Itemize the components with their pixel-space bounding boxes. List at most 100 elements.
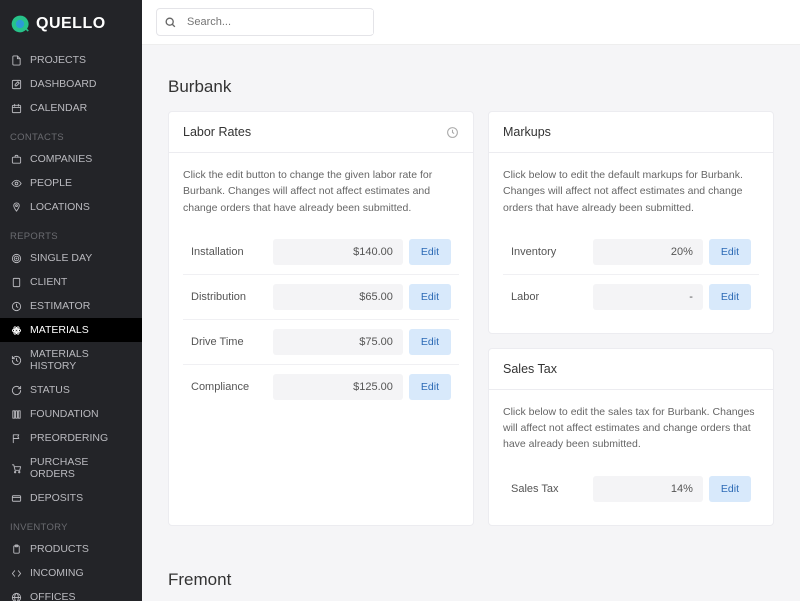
sidebar: QUELLO PROJECTSDASHBOARDCALENDAR CONTACT… xyxy=(0,0,142,601)
code-icon xyxy=(10,567,22,579)
sidebar-item-companies[interactable]: COMPANIES xyxy=(0,147,142,171)
sidebar-item-label: PROJECTS xyxy=(30,54,86,66)
sidebar-item-calendar[interactable]: CALENDAR xyxy=(0,96,142,120)
sidebar-item-label: MATERIALS HISTORY xyxy=(30,348,132,372)
markups-card: Markups Click below to edit the default … xyxy=(488,111,774,334)
library-icon xyxy=(10,408,22,420)
card-desc: Click the edit button to change the give… xyxy=(183,167,459,216)
globe-icon xyxy=(10,591,22,601)
sidebar-item-incoming[interactable]: INCOMING xyxy=(0,561,142,585)
content: Burbank Labor Rates Click the edit butto… xyxy=(142,45,800,601)
sidebar-item-estimator[interactable]: ESTIMATOR xyxy=(0,294,142,318)
sidebar-item-label: LOCATIONS xyxy=(30,201,90,213)
clipboard-icon xyxy=(10,543,22,555)
rate-value: $75.00 xyxy=(273,329,403,355)
sidebar-item-purchase-orders[interactable]: PURCHASE ORDERS xyxy=(0,450,142,486)
pin-icon xyxy=(10,201,22,213)
card-title: Markups xyxy=(503,125,551,139)
search-input[interactable] xyxy=(183,10,373,34)
rate-label: Installation xyxy=(191,246,267,258)
flag-icon xyxy=(10,432,22,444)
edit-button[interactable]: Edit xyxy=(409,284,451,310)
rate-row: Installation $140.00Edit xyxy=(183,230,459,275)
sales-tax-card: Sales Tax Click below to edit the sales … xyxy=(488,348,774,526)
atom-icon xyxy=(10,324,22,336)
sidebar-item-label: PREORDERING xyxy=(30,432,108,444)
rate-value: 14% xyxy=(593,476,703,502)
sidebar-item-label: PURCHASE ORDERS xyxy=(30,456,132,480)
edit-button[interactable]: Edit xyxy=(409,239,451,265)
sidebar-item-single-day[interactable]: SINGLE DAY xyxy=(0,246,142,270)
sidebar-item-materials[interactable]: MATERIALS xyxy=(0,318,142,342)
sidebar-item-label: DEPOSITS xyxy=(30,492,83,504)
sidebar-item-label: FOUNDATION xyxy=(30,408,99,420)
edit-button[interactable]: Edit xyxy=(409,329,451,355)
device-icon xyxy=(10,276,22,288)
edit-button[interactable]: Edit xyxy=(709,284,751,310)
edit-button[interactable]: Edit xyxy=(409,374,451,400)
card-title: Labor Rates xyxy=(183,125,251,139)
sidebar-item-label: STATUS xyxy=(30,384,70,396)
rate-value: $125.00 xyxy=(273,374,403,400)
rate-label: Compliance xyxy=(191,381,267,393)
sidebar-section-label: REPORTS xyxy=(0,219,142,246)
sidebar-item-deposits[interactable]: DEPOSITS xyxy=(0,486,142,510)
sidebar-item-products[interactable]: PRODUCTS xyxy=(0,537,142,561)
sidebar-item-label: DASHBOARD xyxy=(30,78,97,90)
main-area: Burbank Labor Rates Click the edit butto… xyxy=(142,0,800,601)
sidebar-item-label: MATERIALS xyxy=(30,324,89,336)
calendar-icon xyxy=(10,102,22,114)
rate-row: Drive Time $75.00Edit xyxy=(183,320,459,365)
rate-row: Distribution $65.00Edit xyxy=(183,275,459,320)
card-header: Labor Rates xyxy=(169,112,473,153)
sidebar-item-locations[interactable]: LOCATIONS xyxy=(0,195,142,219)
sidebar-item-client[interactable]: CLIENT xyxy=(0,270,142,294)
rate-value: $65.00 xyxy=(273,284,403,310)
sidebar-item-label: PRODUCTS xyxy=(30,543,89,555)
brand-logo[interactable]: QUELLO xyxy=(0,6,142,48)
sidebar-item-label: SINGLE DAY xyxy=(30,252,92,264)
briefcase-icon xyxy=(10,153,22,165)
sidebar-item-people[interactable]: PEOPLE xyxy=(0,171,142,195)
sidebar-item-status[interactable]: STATUS xyxy=(0,378,142,402)
sidebar-item-label: OFFICES xyxy=(30,591,76,601)
history-icon[interactable] xyxy=(446,126,459,139)
rate-row: Labor-Edit xyxy=(503,275,759,319)
rate-label: Drive Time xyxy=(191,336,267,348)
edit-button[interactable]: Edit xyxy=(709,476,751,502)
cart-icon xyxy=(10,462,22,474)
sidebar-item-offices[interactable]: OFFICES xyxy=(0,585,142,601)
file-icon xyxy=(10,54,22,66)
sidebar-item-preordering[interactable]: PREORDERING xyxy=(0,426,142,450)
sidebar-item-label: CALENDAR xyxy=(30,102,87,114)
target-icon xyxy=(10,252,22,264)
sidebar-item-projects[interactable]: PROJECTS xyxy=(0,48,142,72)
rate-label: Inventory xyxy=(511,246,587,258)
rate-label: Sales Tax xyxy=(511,483,587,495)
sidebar-item-label: INCOMING xyxy=(30,567,84,579)
rate-value: - xyxy=(593,284,703,310)
rate-row: Inventory20%Edit xyxy=(503,230,759,275)
eye-icon xyxy=(10,177,22,189)
sidebar-item-label: ESTIMATOR xyxy=(30,300,90,312)
rate-value: $140.00 xyxy=(273,239,403,265)
refresh-icon xyxy=(10,384,22,396)
brand-mark-icon xyxy=(10,14,30,34)
brand-text: QUELLO xyxy=(36,15,106,33)
sidebar-item-foundation[interactable]: FOUNDATION xyxy=(0,402,142,426)
sidebar-item-label: COMPANIES xyxy=(30,153,92,165)
card-desc: Click below to edit the sales tax for Bu… xyxy=(503,404,759,453)
sidebar-item-label: CLIENT xyxy=(30,276,67,288)
card-title: Sales Tax xyxy=(503,362,557,376)
card-icon xyxy=(10,492,22,504)
sidebar-section-label: INVENTORY xyxy=(0,510,142,537)
rate-label: Distribution xyxy=(191,291,267,303)
search-icon[interactable] xyxy=(157,16,183,29)
sidebar-item-dashboard[interactable]: DASHBOARD xyxy=(0,72,142,96)
rate-row: Sales Tax 14%Edit xyxy=(503,467,759,511)
edit-button[interactable]: Edit xyxy=(709,239,751,265)
history-icon xyxy=(10,354,22,366)
sidebar-item-label: PEOPLE xyxy=(30,177,72,189)
topbar xyxy=(142,0,800,45)
sidebar-item-materials-history[interactable]: MATERIALS HISTORY xyxy=(0,342,142,378)
